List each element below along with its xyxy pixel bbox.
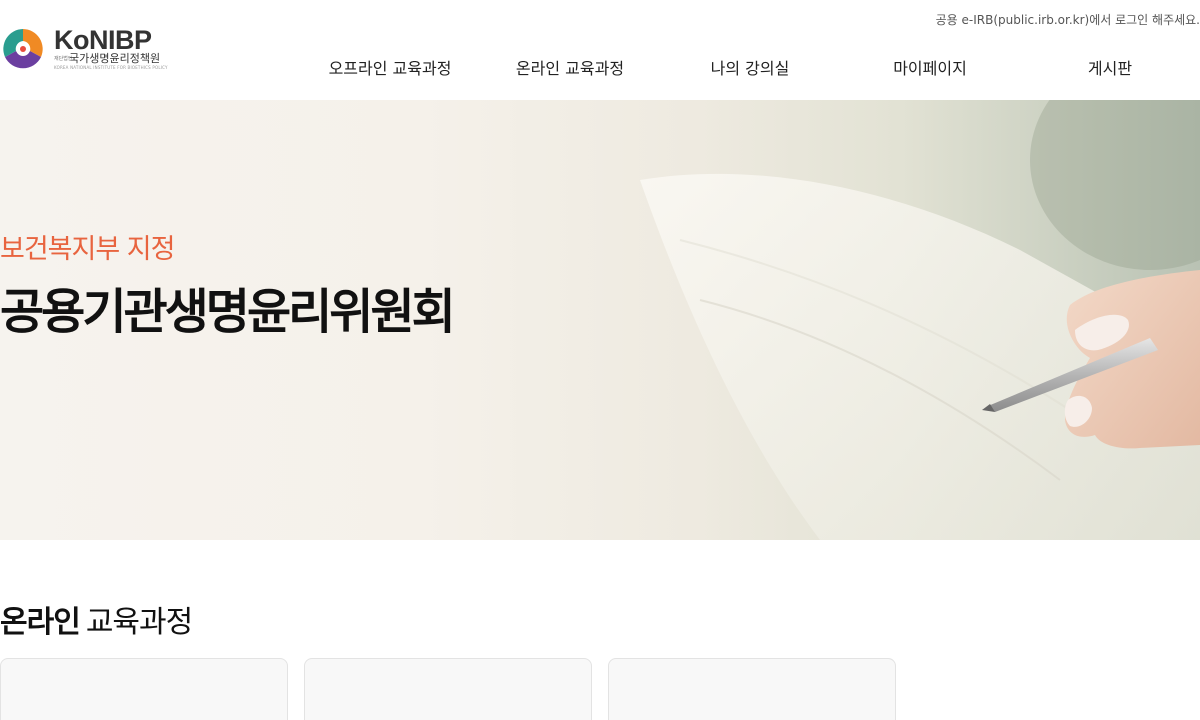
- main-nav: 오프라인 교육과정 온라인 교육과정 나의 강의실 마이페이지 게시판: [300, 55, 1200, 81]
- login-notice: 공용 e-IRB(public.irb.or.kr)에서 로그인 해주세요.: [935, 13, 1200, 27]
- nav-my-classroom[interactable]: 나의 강의실: [660, 55, 840, 81]
- section-title-strong: 온라인: [0, 605, 81, 640]
- konibp-logo-icon: [3, 29, 43, 69]
- site-logo[interactable]: KoNIBP 재단법인 국가생명윤리정책원 KOREA NATIONAL INS…: [0, 24, 170, 74]
- course-card[interactable]: [0, 658, 288, 720]
- nav-my-page[interactable]: 마이페이지: [840, 55, 1020, 81]
- site-header: KoNIBP 재단법인 국가생명윤리정책원 KOREA NATIONAL INS…: [0, 0, 1200, 100]
- course-card[interactable]: [304, 658, 592, 720]
- hero-subtitle: 보건복지부 지정: [0, 234, 175, 265]
- course-card[interactable]: [608, 658, 896, 720]
- online-courses-heading: 온라인 교육과정: [0, 597, 193, 641]
- logo-org-name: 국가생명윤리정책원: [69, 52, 161, 65]
- nav-board[interactable]: 게시판: [1020, 55, 1200, 81]
- logo-text: KoNIBP 재단법인 국가생명윤리정책원 KOREA NATIONAL INS…: [54, 27, 168, 71]
- section-title-light: 교육과정: [85, 605, 193, 640]
- logo-org: 재단법인 국가생명윤리정책원: [54, 53, 168, 65]
- logo-name: KoNIBP: [54, 25, 152, 55]
- nav-offline-courses[interactable]: 오프라인 교육과정: [300, 55, 480, 81]
- logo-org-tag: 재단법인: [54, 55, 73, 62]
- nav-online-courses[interactable]: 온라인 교육과정: [480, 55, 660, 81]
- hero-banner: 보건복지부 지정 공용기관생명윤리위원회: [0, 100, 1200, 540]
- logo-org-english: KOREA NATIONAL INSTITUTE FOR BIOETHICS P…: [54, 65, 168, 70]
- hero-title: 공용기관생명윤리위원회: [0, 284, 456, 340]
